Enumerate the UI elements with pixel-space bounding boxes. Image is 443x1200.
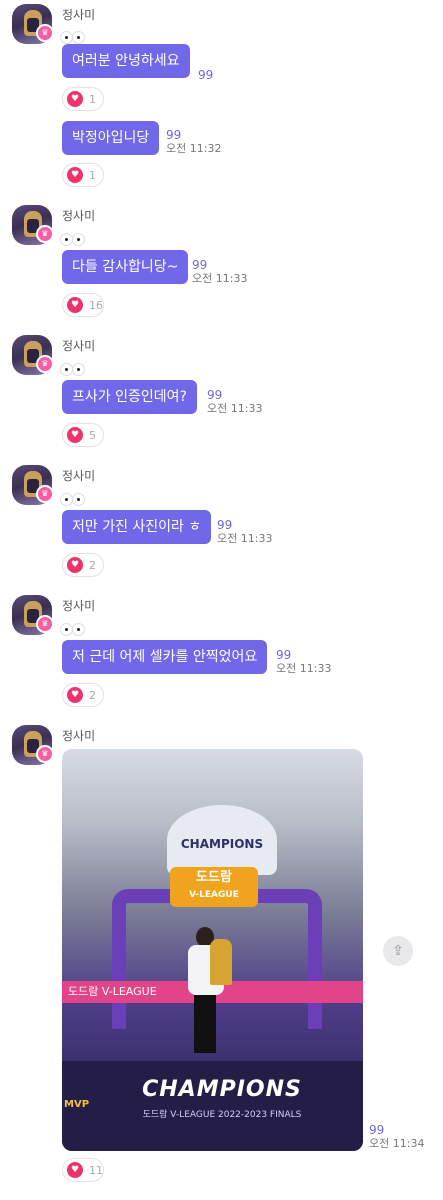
- reaction-badge[interactable]: ♥ 16: [62, 293, 104, 317]
- crown-icon: ♛: [36, 745, 54, 763]
- crown-icon: ♛: [36, 355, 54, 373]
- reaction-count: 16: [89, 298, 103, 312]
- heart-icon: ♥: [67, 557, 83, 573]
- reaction-badge[interactable]: ♥ 5: [62, 423, 104, 447]
- sender-name: 정사미: [62, 469, 96, 483]
- photo-logo-main: 도드람: [196, 870, 232, 885]
- unread-count: 99: [207, 388, 223, 402]
- sender-name: 정사미: [62, 339, 96, 353]
- unread-count: 99: [276, 648, 292, 662]
- emoticon-icon: [60, 361, 88, 379]
- crown-icon: ♛: [36, 24, 54, 42]
- emoticon-icon: [60, 491, 88, 509]
- reaction-badge[interactable]: ♥ 1: [62, 87, 104, 111]
- message-meta: 99 오전 11:33: [217, 518, 272, 546]
- photo-mvp-text: MVP: [64, 1099, 90, 1110]
- unread-count: 99: [198, 68, 214, 82]
- unread-count: 99: [166, 128, 182, 142]
- photo-banner-text: CHAMPIONS: [180, 837, 264, 851]
- reaction-badge[interactable]: ♥ 1: [62, 163, 104, 187]
- emoticon-icon: [60, 621, 88, 639]
- reaction-badge[interactable]: ♥ 2: [62, 683, 104, 707]
- photo-logo-sub: V-LEAGUE: [189, 890, 239, 900]
- sender-name: 정사미: [62, 729, 96, 743]
- emoticon-icon: [60, 231, 88, 249]
- crown-icon: ♛: [36, 615, 54, 633]
- heart-icon: ♥: [67, 687, 83, 703]
- heart-icon: ♥: [67, 167, 83, 183]
- message-bubble[interactable]: 박정아입니당: [62, 121, 160, 155]
- reaction-count: 5: [89, 428, 96, 442]
- heart-icon: ♥: [67, 297, 83, 313]
- timestamp: 오전 11:33: [276, 662, 332, 675]
- photo-logo: 도드람 V-LEAGUE: [170, 867, 258, 907]
- unread-count: 99: [192, 258, 208, 272]
- crown-icon: ♛: [36, 485, 54, 503]
- heart-icon: ♥: [67, 91, 83, 107]
- crown-icon: ♛: [36, 225, 54, 243]
- message-meta: 99: [198, 68, 213, 82]
- message-bubble[interactable]: 저 근데 어제 셀카를 안찍었어요: [62, 640, 268, 674]
- message-meta: 99 오전 11:32: [166, 128, 221, 156]
- message-bubble[interactable]: 여러분 안녕하세요: [62, 44, 190, 78]
- sender-name: 정사미: [62, 8, 96, 22]
- timestamp: 오전 11:34: [369, 1137, 425, 1150]
- photo-stage-title: CHAMPIONS: [142, 1077, 302, 1102]
- photo-message[interactable]: CHAMPIONS 도드람 V-LEAGUE 도드람 V-LEAGUE MVP …: [62, 749, 363, 1151]
- timestamp: 오전 11:33: [192, 272, 248, 285]
- reaction-badge[interactable]: ♥ 11: [62, 1158, 104, 1182]
- timestamp: 오전 11:33: [207, 402, 263, 415]
- message-meta: 99 오전 11:33: [192, 258, 247, 286]
- message-bubble[interactable]: 저만 가진 사진이라 ㅎ: [62, 510, 212, 544]
- reaction-count: 1: [89, 168, 96, 182]
- reaction-count: 11: [89, 1163, 103, 1177]
- timestamp: 오전 11:32: [166, 142, 222, 155]
- message-meta: 99 오전 11:33: [276, 648, 331, 676]
- unread-count: 99: [217, 518, 233, 532]
- share-icon[interactable]: ⇪: [383, 936, 413, 966]
- reaction-count: 1: [89, 92, 96, 106]
- heart-icon: ♥: [67, 427, 83, 443]
- sender-name: 정사미: [62, 599, 96, 613]
- reaction-count: 2: [89, 688, 96, 702]
- photo-stage-subtitle: 도드람 V-LEAGUE 2022-2023 FINALS: [142, 1110, 302, 1120]
- reaction-badge[interactable]: ♥ 2: [62, 553, 104, 577]
- photo-trophy: [210, 939, 232, 985]
- message-meta: 99 오전 11:34: [369, 1123, 424, 1151]
- message-bubble[interactable]: 다들 감사합니당~: [62, 250, 189, 284]
- photo-stage: [62, 1061, 363, 1151]
- reaction-count: 2: [89, 558, 96, 572]
- sender-name: 정사미: [62, 209, 96, 223]
- unread-count: 99: [369, 1123, 385, 1137]
- message-bubble[interactable]: 프사가 인증인데여?: [62, 380, 197, 414]
- timestamp: 오전 11:33: [217, 532, 273, 545]
- heart-icon: ♥: [67, 1162, 83, 1178]
- message-meta: 99 오전 11:33: [207, 388, 262, 416]
